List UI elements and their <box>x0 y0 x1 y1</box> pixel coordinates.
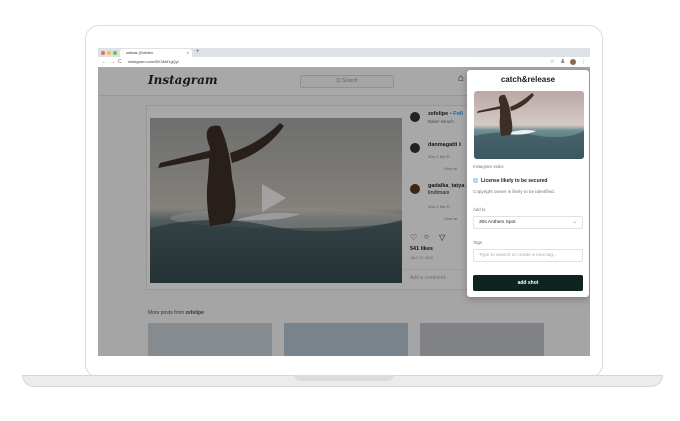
tab-title: cmkas (Golden <box>126 50 153 55</box>
add-to-select[interactable]: 30s Anthem Spot ⌄ <box>473 216 583 229</box>
laptop-screen: cmkas (Golden × + ← → C instagram.com/BX… <box>98 48 590 356</box>
forward-icon[interactable]: → <box>110 58 115 66</box>
license-check-icon <box>473 178 478 184</box>
shot-thumbnail <box>474 91 584 159</box>
tab-close-icon[interactable]: × <box>187 49 189 57</box>
license-status: License likely to be secured <box>473 178 547 184</box>
bookmark-star-icon[interactable]: ☆ <box>550 58 554 66</box>
window-minimize-dot[interactable] <box>107 51 111 55</box>
back-icon[interactable]: ← <box>102 58 107 66</box>
laptop-notch <box>294 375 394 381</box>
license-subtitle: Copyright owner is likely to be identifi… <box>473 189 555 194</box>
profile-avatar[interactable] <box>570 59 576 65</box>
shot-thumbnail-image <box>474 91 584 159</box>
catch-release-panel: catch&release Instagram video License li… <box>467 70 589 297</box>
add-shot-button[interactable]: add shot <box>473 275 583 291</box>
new-tab-button[interactable]: + <box>196 48 200 57</box>
chevron-down-icon: ⌄ <box>572 219 577 225</box>
catch-release-extension-icon[interactable]: & <box>561 58 565 66</box>
url-field[interactable]: instagram.com/BX3kM1gQy/ <box>128 58 179 66</box>
browser-tab[interactable]: cmkas (Golden × <box>120 49 192 57</box>
license-title: License likely to be secured <box>481 178 548 184</box>
add-to-label: Add to <box>473 207 486 212</box>
tags-input[interactable]: Type to search or create a new tag... <box>473 249 583 262</box>
browser-menu-icon[interactable]: ⋮ <box>581 58 586 66</box>
browser-tab-bar: cmkas (Golden × + <box>98 48 590 57</box>
media-type-label: Instagram video <box>473 164 504 169</box>
window-close-dot[interactable] <box>101 51 105 55</box>
brand-logo: catch&release <box>500 75 556 84</box>
window-zoom-dot[interactable] <box>113 51 117 55</box>
tags-label: Tags <box>473 240 483 245</box>
add-to-value: 30s Anthem Spot <box>479 220 516 225</box>
reload-icon[interactable]: C <box>118 58 122 66</box>
